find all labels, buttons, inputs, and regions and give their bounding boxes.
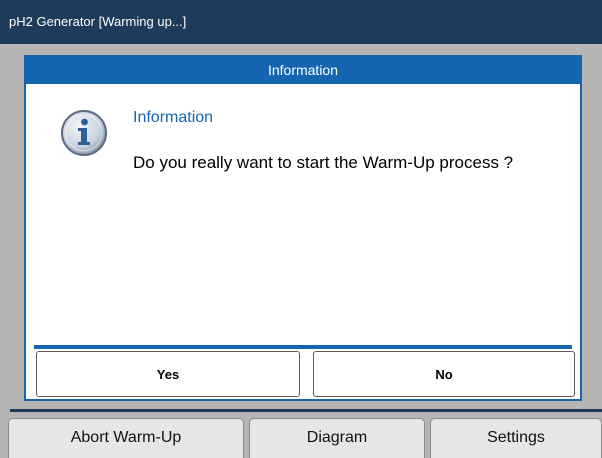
title-bar: pH2 Generator [Warming up...] [0,0,602,44]
tab-abort-warm-up[interactable]: Abort Warm-Up [8,418,244,458]
yes-button[interactable]: Yes [36,351,300,397]
window-title: pH2 Generator [Warming up...] [9,14,187,29]
tab-diagram[interactable]: Diagram [249,418,425,458]
no-button[interactable]: No [313,351,575,397]
info-icon [61,110,107,156]
dialog-heading: Information [133,109,214,126]
dialog-message: Do you really want to start the Warm-Up … [133,153,514,172]
dialog-header: Information [26,57,580,84]
tab-bar-divider [10,409,602,412]
information-dialog: Information Information Do you really wa… [24,55,582,401]
tab-settings[interactable]: Settings [430,418,602,458]
dialog-divider [34,345,572,349]
